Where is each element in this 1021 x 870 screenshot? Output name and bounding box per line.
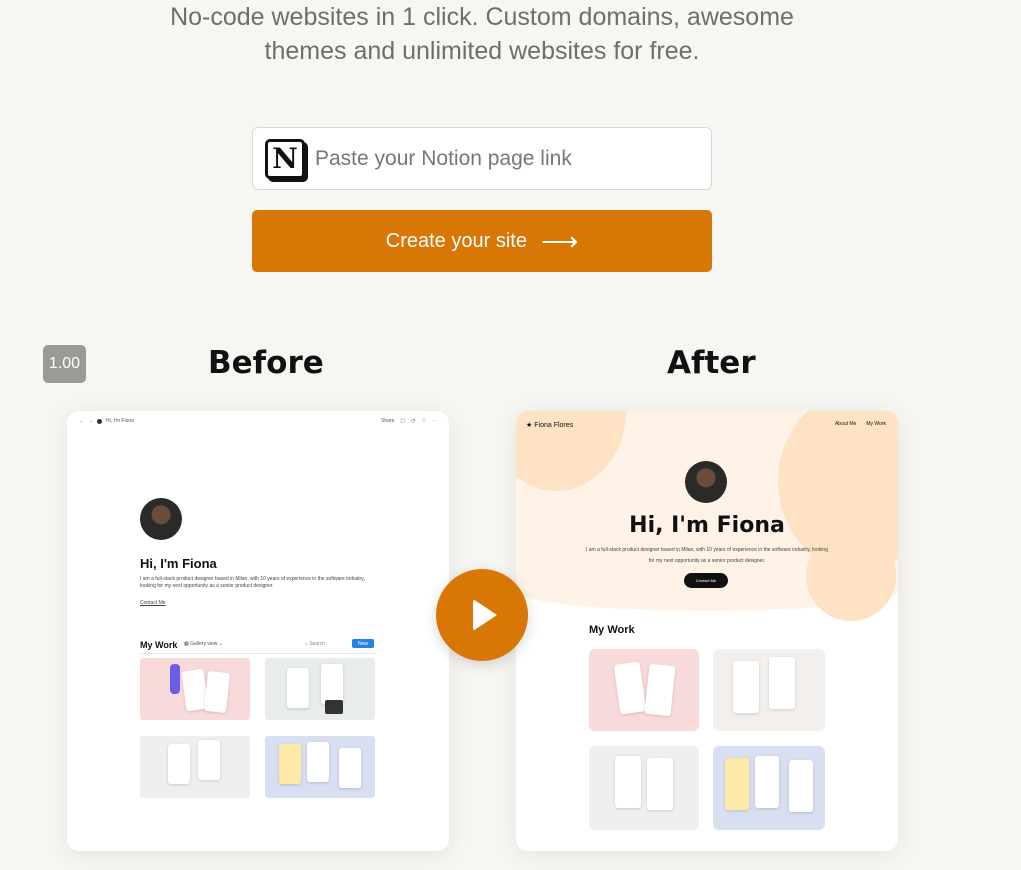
create-site-button[interactable]: Create your site ⟶ <box>252 210 712 272</box>
avatar <box>685 461 727 503</box>
phone-mockup <box>279 744 301 784</box>
gallery-tile <box>265 658 375 720</box>
gallery-tile <box>140 736 250 798</box>
notion-logo-letter: N <box>272 142 298 175</box>
comment-icon: ▢ <box>400 418 406 424</box>
tagline-line-1: No-code websites in 1 click. Custom doma… <box>170 3 794 31</box>
play-icon <box>473 599 497 631</box>
breadcrumb: Hi, I'm Fiona <box>106 418 134 424</box>
back-arrow-icon: ← <box>79 418 84 424</box>
gallery-tile <box>589 649 699 731</box>
hero-tagline: No-code websites in 1 click. Custom doma… <box>0 0 964 68</box>
play-video-button[interactable] <box>436 569 528 661</box>
phone-mockup <box>203 670 231 714</box>
site-nav: About Me My Work <box>835 421 886 427</box>
avatar <box>140 498 182 540</box>
phone-mockup <box>168 744 190 784</box>
search-label: ⌕ Search <box>305 641 326 647</box>
gallery-tile <box>589 746 699 830</box>
dark-device <box>325 700 343 714</box>
gallery-tile <box>140 658 250 720</box>
nav-item-work: My Work <box>866 421 886 427</box>
create-site-label: Create your site <box>385 229 527 252</box>
notion-link-field[interactable]: N <box>252 127 712 190</box>
phone-mockup <box>644 663 676 717</box>
new-button: New <box>352 639 374 648</box>
divider <box>140 653 376 654</box>
phone-mockup <box>615 756 641 808</box>
section-title: My Work <box>589 624 635 636</box>
phone-mockup <box>769 657 795 709</box>
notion-topbar: ← → Hi, I'm Fiona Share ▢ ◷ ☆ ⋯ <box>79 415 437 427</box>
zoom-level-badge[interactable]: 1.00 <box>43 345 86 383</box>
before-title: Before <box>208 345 324 381</box>
site-brand: ★ Fiona Flores <box>526 422 574 429</box>
phone-mockup <box>307 742 329 782</box>
phone-mockup <box>647 758 673 810</box>
gallery-view-label: ▦ Gallery view ⌄ <box>184 641 223 647</box>
section-title: My Work <box>140 640 178 650</box>
clock-icon: ◷ <box>411 418 416 424</box>
more-icon: ⋯ <box>432 418 437 424</box>
phone-mockup <box>287 668 309 708</box>
page-title: Hi, I'm Fiona <box>140 556 217 571</box>
contact-button: Contact Me <box>684 573 728 588</box>
gallery-tile <box>713 746 825 830</box>
site-title: Hi, I'm Fiona <box>629 513 785 538</box>
tagline-line-2: themes and unlimited websites for free. <box>264 37 700 65</box>
forward-arrow-icon: → <box>88 418 93 424</box>
phone-mockup <box>613 661 647 715</box>
phone-mockup <box>725 758 749 810</box>
notion-logo-icon: N <box>265 138 305 179</box>
phone-mockup <box>789 760 813 812</box>
search-text: Search <box>309 641 326 647</box>
gallery-tile <box>265 736 375 798</box>
phone-mockup <box>339 748 361 788</box>
after-preview-card: ★ Fiona Flores About Me My Work Hi, I'm … <box>516 411 898 851</box>
arrow-right-icon: ⟶ <box>540 226 579 256</box>
brand-name: Fiona Flores <box>534 422 574 429</box>
page-avatar-icon <box>97 418 102 424</box>
star-icon: ☆ <box>421 418 426 424</box>
gallery-tile <box>713 649 825 731</box>
nav-item-about: About Me <box>834 421 857 427</box>
phone-mockup <box>755 756 779 808</box>
after-title: After <box>667 345 756 381</box>
phone-mockup <box>321 664 343 704</box>
notion-link-input[interactable] <box>315 146 695 171</box>
phone-mockup <box>733 661 759 713</box>
contact-link: Contact Me <box>140 600 166 606</box>
site-bio: I am a full-stack product designer based… <box>586 547 828 564</box>
bio-text: I am a full-stack product designer based… <box>140 576 365 589</box>
phone-mockup <box>198 740 220 780</box>
illustration-figure <box>170 664 180 694</box>
gallery-view-text: Gallery view <box>190 641 218 647</box>
share-link: Share <box>381 418 395 424</box>
before-preview-card: ← → Hi, I'm Fiona Share ▢ ◷ ☆ ⋯ Hi, I'm … <box>67 411 449 851</box>
